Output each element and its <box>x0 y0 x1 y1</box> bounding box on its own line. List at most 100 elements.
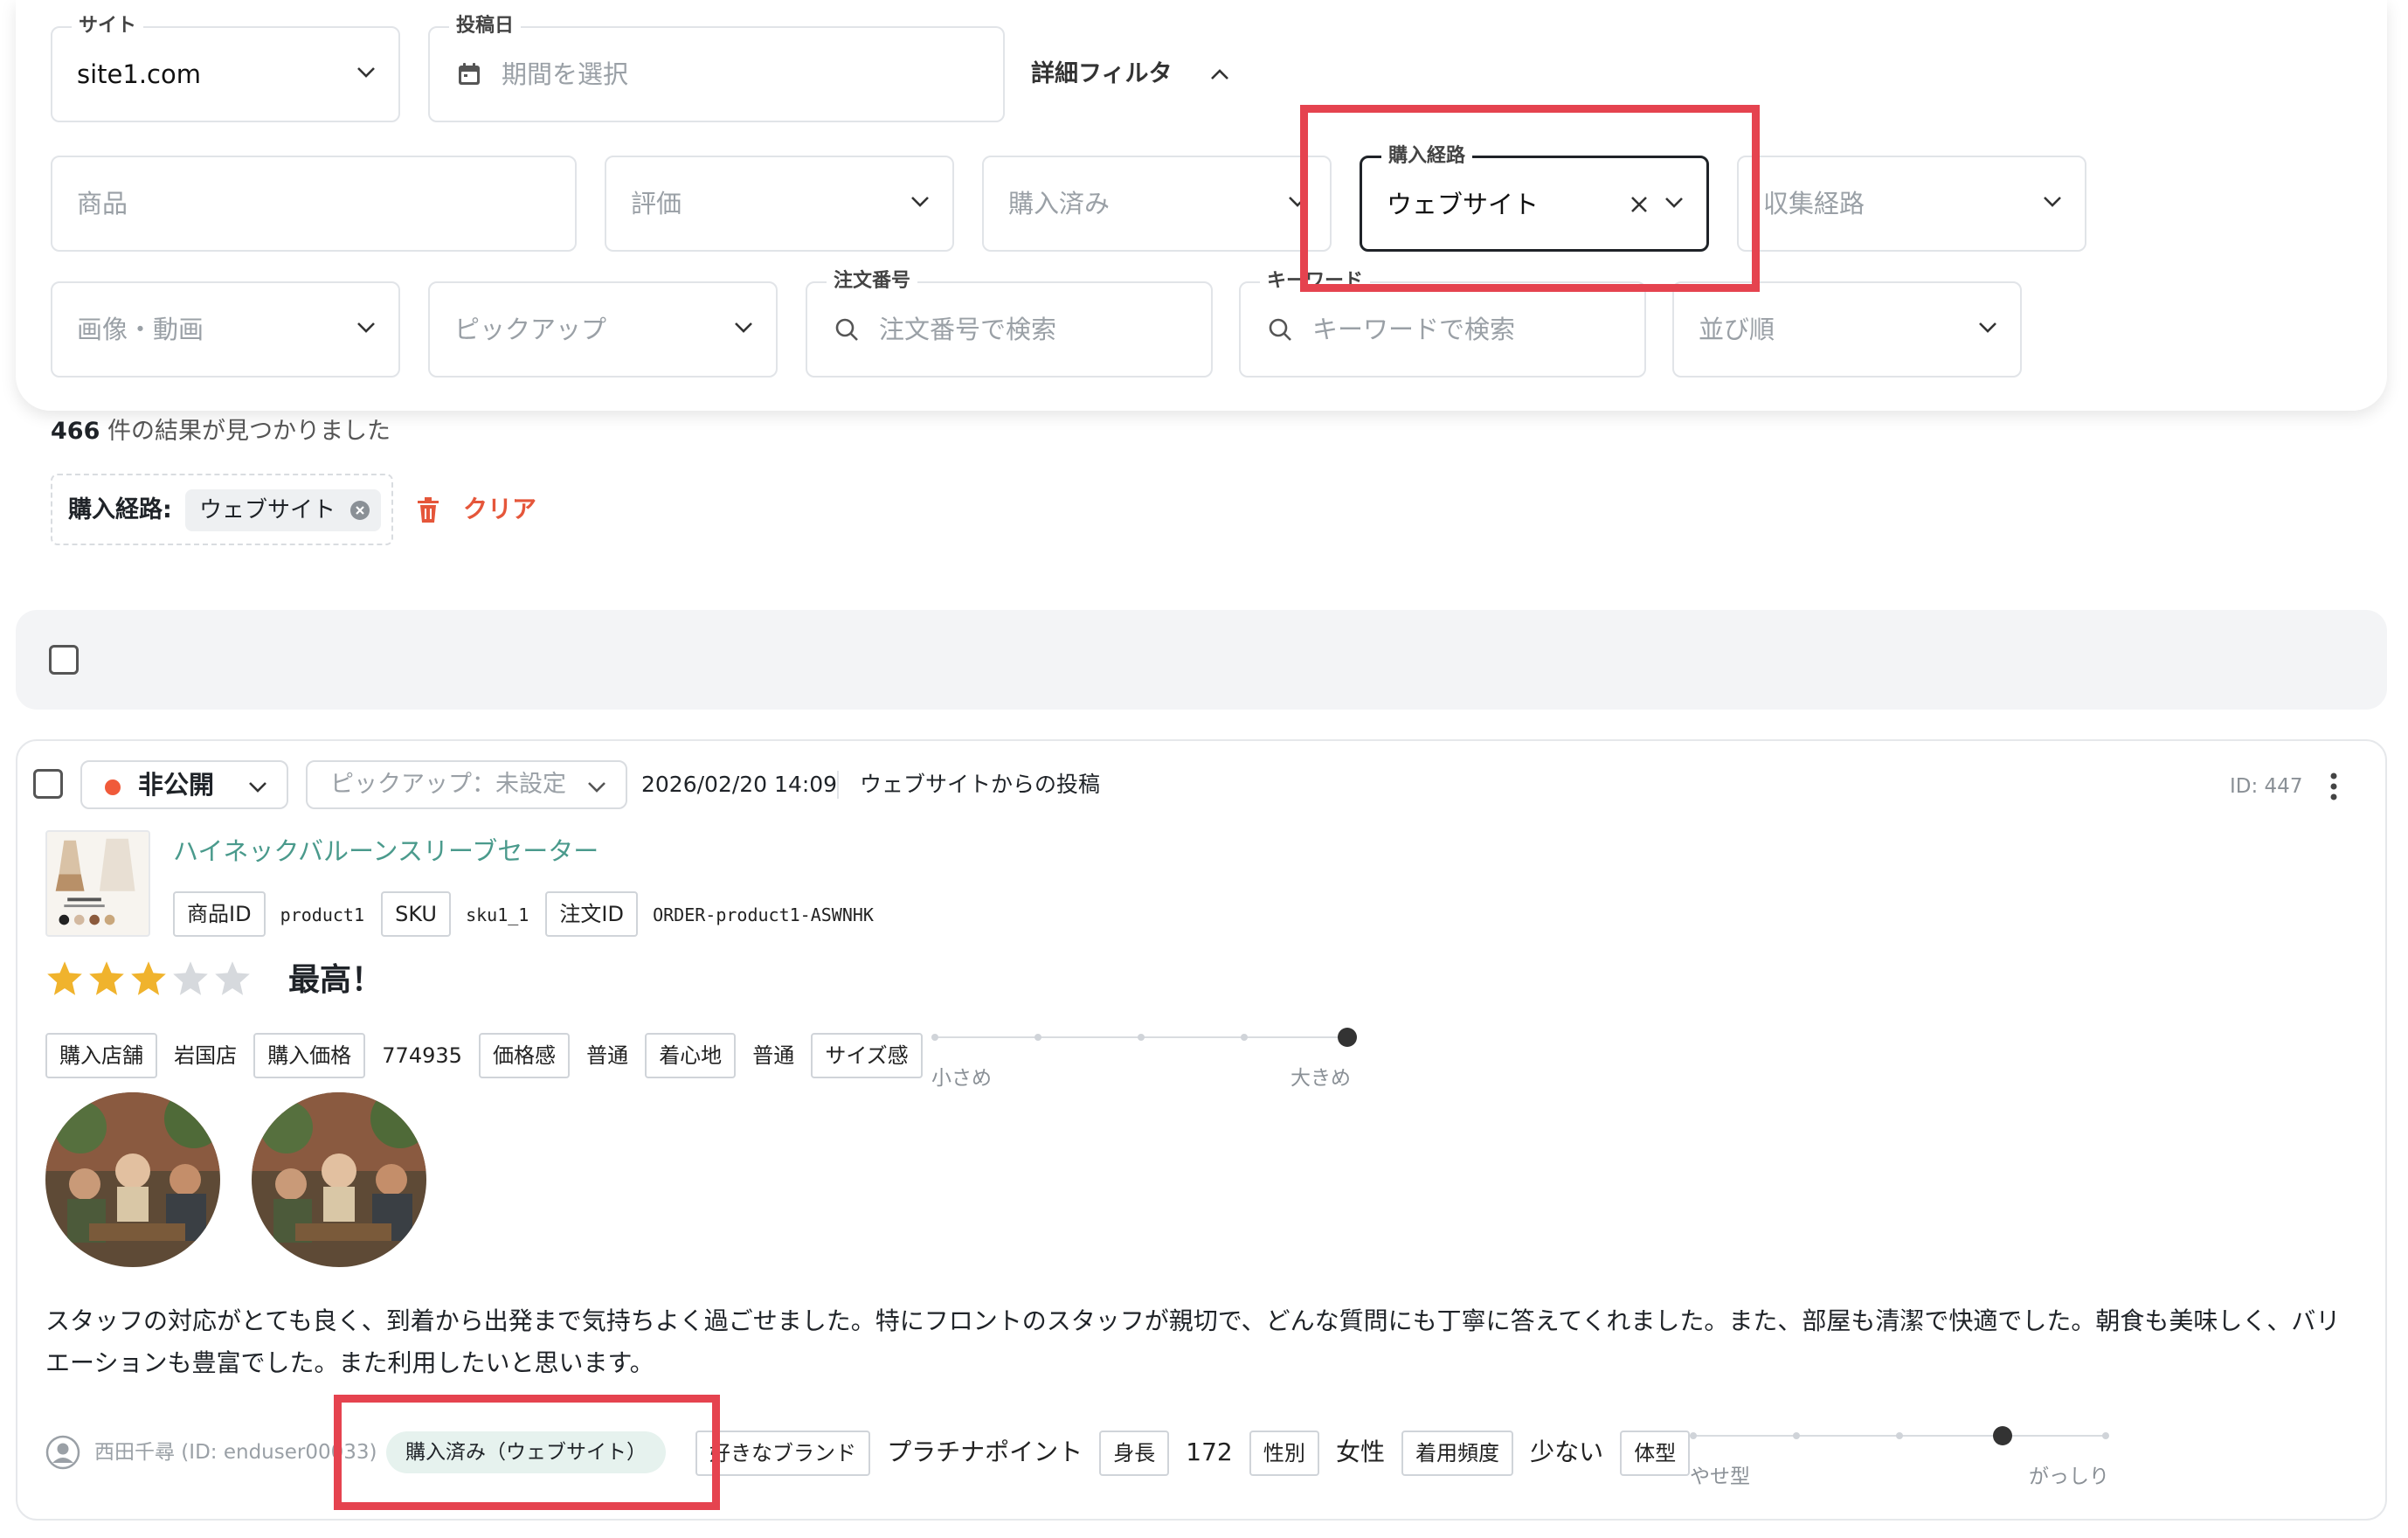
product-id-key: 商品ID <box>173 891 266 937</box>
star-icon <box>173 961 208 995</box>
results-summary: 466 件の結果が見つかりました <box>51 414 391 449</box>
clear-filters-button[interactable]: クリア <box>416 491 536 528</box>
product-placeholder: 商品 <box>77 189 128 218</box>
reviewer-attributes: 好きなブランド プラチナポイント 身長 172 性別 女性 着用頻度 少ない 体… <box>695 1430 1691 1476</box>
review-image-2[interactable] <box>252 1092 426 1267</box>
rating-placeholder: 評価 <box>631 189 682 218</box>
purchased-select[interactable]: 購入済み <box>982 156 1332 252</box>
search-icon <box>835 318 858 341</box>
order-id-value: ORDER-product1-ASWNHK <box>653 904 874 925</box>
height-value: 172 <box>1186 1438 1233 1466</box>
chevron-down-icon <box>357 322 375 333</box>
purchase-attributes: 購入店舗 岩国店 購入価格 774935 価格感 普通 着心地 普通 サイズ感 <box>45 1033 923 1078</box>
chevron-down-icon <box>735 322 752 333</box>
scale-dot <box>1034 1034 1041 1041</box>
active-filter-chip-label: ウェブサイト <box>199 497 336 523</box>
chevron-down-icon <box>249 782 266 793</box>
active-filter-chip[interactable]: ウェブサイト <box>185 489 382 531</box>
product-meta: 商品ID product1 SKU sku1_1 注文ID ORDER-prod… <box>173 891 874 938</box>
collection-route-placeholder: 収集経路 <box>1763 189 1865 218</box>
pickup-placeholder: ピックアップ <box>454 315 607 344</box>
height-key: 身長 <box>1099 1431 1170 1476</box>
user-avatar-icon <box>45 1435 80 1470</box>
site-select[interactable]: サイト site1.com <box>51 13 400 122</box>
comfort-value: 普通 <box>752 1043 795 1068</box>
comfort-key: 着心地 <box>645 1033 737 1078</box>
active-filter-box: 購入経路: ウェブサイト <box>51 474 393 545</box>
order-number-placeholder: 注文番号で検索 <box>879 315 1057 344</box>
status-select[interactable]: 非公開 <box>80 760 288 809</box>
chevron-up-icon <box>1211 69 1228 80</box>
review-body-line-2: エーションも豊富でした。また利用したいと思います。 <box>45 1348 654 1377</box>
product-id-value: product1 <box>280 904 364 925</box>
review-title: 最高！ <box>288 962 384 998</box>
photo-image <box>45 1092 220 1267</box>
trash-icon <box>418 497 439 523</box>
status-label: 非公開 <box>138 770 215 800</box>
remove-chip-icon[interactable] <box>349 500 370 521</box>
pickup-status-select[interactable]: ピックアップ：未設定 <box>306 760 627 809</box>
price-feel-key: 価格感 <box>479 1033 570 1078</box>
star-rating <box>45 960 255 1001</box>
pickup-status-label: ピックアップ：未設定 <box>330 771 566 798</box>
gender-value: 女性 <box>1335 1438 1385 1466</box>
clear-filters-label: クリア <box>463 495 537 523</box>
star-icon <box>131 961 166 995</box>
scale-dot <box>1896 1432 1903 1439</box>
purchased-placeholder: 購入済み <box>1008 189 1111 218</box>
scale-marker <box>1338 1028 1357 1047</box>
filter-panel: サイト site1.com 投稿日 期間を選択 詳細フィルタ 商品 評価 購入済… <box>16 0 2387 411</box>
highlight-box <box>334 1395 720 1510</box>
scale-max-label: がっしり <box>2029 1465 2109 1488</box>
scale-max-label: 大きめ <box>1290 1067 1351 1090</box>
rating-select[interactable]: 評価 <box>605 156 954 252</box>
search-icon <box>1269 318 1291 341</box>
media-placeholder: 画像・動画 <box>77 315 204 344</box>
chevron-down-icon <box>357 67 375 78</box>
pickup-select[interactable]: ピックアップ <box>428 281 778 378</box>
keyword-search[interactable]: キーワード キーワードで検索 <box>1239 268 1646 378</box>
review-body-line-1: スタッフの対応がとても良く、到着から出発まで気持ちよく過ごせました。特にフロント… <box>45 1306 2341 1335</box>
scale-dot <box>1241 1034 1248 1041</box>
store-value: 岩国店 <box>174 1043 238 1068</box>
price-key: 購入価格 <box>253 1033 366 1078</box>
product-thumbnail[interactable] <box>45 830 150 937</box>
price-value: 774935 <box>382 1043 462 1068</box>
photo-image <box>252 1092 426 1267</box>
advanced-filter-label: 詳細フィルタ <box>1031 60 1173 87</box>
frequency-key: 着用頻度 <box>1401 1431 1514 1476</box>
product-image <box>55 838 135 925</box>
media-select[interactable]: 画像・動画 <box>51 281 400 378</box>
star-icon <box>47 961 82 995</box>
highlight-box <box>1300 105 1760 292</box>
body-type-key: 体型 <box>1620 1431 1691 1476</box>
star-icon <box>215 961 250 995</box>
favorite-brand-value: プラチナポイント <box>887 1438 1083 1466</box>
scale-dot <box>2102 1432 2109 1439</box>
review-image-1[interactable] <box>45 1092 220 1267</box>
posted-date-picker[interactable]: 投稿日 期間を選択 <box>428 13 1005 122</box>
select-all-checkbox[interactable] <box>49 645 79 675</box>
favorite-brand-key: 好きなブランド <box>695 1431 870 1476</box>
product-filter[interactable]: 商品 <box>51 156 577 252</box>
store-key: 購入店舗 <box>45 1033 157 1078</box>
results-count: 466 <box>51 418 100 445</box>
chevron-down-icon <box>1979 322 1996 333</box>
collection-route-select[interactable]: 収集経路 <box>1737 156 2086 252</box>
scale-dot <box>1138 1034 1145 1041</box>
results-text: 件の結果が見つかりました <box>107 418 391 445</box>
sort-select[interactable]: 並び順 <box>1672 281 2022 378</box>
chevron-down-icon <box>2044 197 2061 207</box>
scale-marker <box>1993 1426 2012 1445</box>
product-name-link[interactable]: ハイネックバルーンスリーブセーター <box>173 834 599 869</box>
sku-value: sku1_1 <box>466 904 529 925</box>
order-number-search[interactable]: 注文番号 注文番号で検索 <box>806 268 1213 378</box>
more-options-icon[interactable] <box>2321 769 2347 804</box>
advanced-filter-toggle[interactable]: 詳細フィルタ <box>1031 52 1228 96</box>
scale-min-label: やせ型 <box>1690 1465 1750 1488</box>
review-checkbox[interactable] <box>33 769 63 799</box>
review-body: スタッフの対応がとても良く、到着から出発まで気持ちよく過ごせました。特にフロント… <box>45 1300 2370 1384</box>
order-id-key: 注文ID <box>545 891 638 937</box>
scale-min-label: 小さめ <box>931 1067 992 1090</box>
review-datetime: 2026/02/20 14:09 <box>641 772 838 797</box>
